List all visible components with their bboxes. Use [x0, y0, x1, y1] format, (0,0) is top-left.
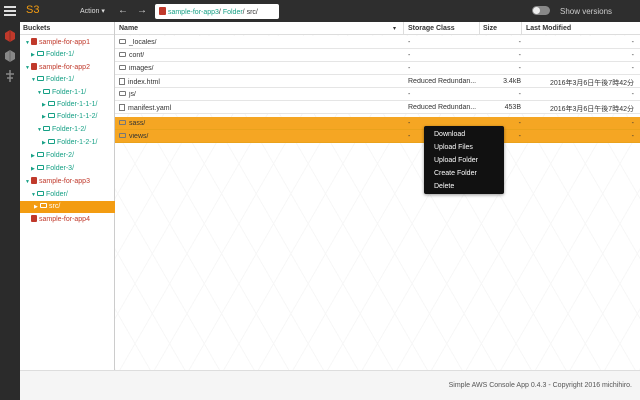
tree-bucket-sample-for-app2[interactable]: ▼ sample-for-app2 — [25, 62, 90, 74]
network-service-icon[interactable] — [4, 70, 16, 82]
folder-icon — [119, 39, 126, 44]
show-versions-toggle[interactable] — [532, 6, 550, 15]
table-row[interactable]: index.html Reduced Redundan... 3.4kB 201… — [115, 75, 640, 88]
menu-item-download[interactable]: Download — [424, 129, 504, 142]
tree-folder[interactable]: ▶ Folder-1-1-2/ — [42, 111, 97, 123]
folder-icon — [119, 65, 126, 70]
bucket-icon — [31, 177, 37, 184]
tree-folder[interactable]: ▼ Folder-1-1/ — [37, 87, 86, 99]
menu-item-upload-files[interactable]: Upload Files — [424, 142, 504, 155]
s3-service-icon[interactable] — [4, 30, 16, 42]
breadcrumb-separator: / — [218, 9, 221, 16]
file-icon — [119, 104, 125, 111]
folder-icon — [43, 126, 50, 131]
folder-icon — [37, 51, 44, 56]
menu-item-delete[interactable]: Delete — [424, 181, 504, 194]
column-header-size[interactable]: Size — [483, 25, 497, 32]
menu-item-upload-folder[interactable]: Upload Folder — [424, 155, 504, 168]
arrow-right-icon[interactable]: → — [137, 5, 147, 16]
folder-icon — [37, 165, 44, 170]
column-header-last-modified[interactable]: Last Modified — [526, 25, 571, 32]
tree-folder[interactable]: ▶ Folder-2/ — [31, 150, 74, 162]
sort-chevron-icon[interactable]: ▾ — [393, 25, 396, 32]
tree-folder[interactable]: ▶ Folder-1/ — [31, 49, 74, 61]
footer: Simple AWS Console App 0.4.3 - Copyright… — [20, 370, 640, 400]
folder-icon — [119, 133, 126, 138]
context-menu: Download Upload Files Upload Folder Crea… — [424, 126, 504, 194]
tree-folder[interactable]: ▶ Folder-3/ — [31, 163, 74, 175]
breadcrumb-separator: / — [242, 9, 245, 16]
breadcrumb: sample-for-app3/ Folder/ src/ — [155, 4, 279, 19]
tree-folder[interactable]: ▼ Folder-1-2/ — [37, 124, 86, 136]
table-row-selected[interactable]: sass/ - - - — [115, 117, 640, 130]
sidebar-header: Buckets — [20, 22, 114, 35]
folder-icon — [37, 76, 44, 81]
file-icon — [119, 78, 125, 85]
tree-bucket-sample-for-app1[interactable]: ▼ sample-for-app1 — [25, 37, 90, 49]
tree-folder[interactable]: ▼ Folder-1/ — [31, 74, 74, 86]
breadcrumb-current: src/ — [246, 9, 258, 16]
bucket-icon — [31, 38, 37, 45]
app-brand: S3 — [26, 4, 40, 16]
left-rail — [0, 0, 20, 400]
tree-folder-selected[interactable]: ▶ src/ — [20, 201, 115, 213]
folder-icon — [37, 191, 44, 196]
top-bar: S3 Action ▾ ← → sample-for-app3/ Folder/… — [20, 0, 640, 22]
folder-icon — [119, 120, 126, 125]
footer-copyright: Simple AWS Console App 0.4.3 - Copyright… — [448, 382, 632, 389]
table-row-selected[interactable]: views/ - - - — [115, 130, 640, 143]
show-versions-label: Show versions — [560, 7, 613, 16]
menu-item-create-folder[interactable]: Create Folder — [424, 168, 504, 181]
folder-icon — [48, 139, 55, 144]
folder-icon — [119, 52, 126, 57]
bucket-icon — [31, 63, 37, 70]
folder-icon — [48, 113, 55, 118]
breadcrumb-bucket-link[interactable]: sample-for-app3 — [168, 9, 219, 16]
folder-icon — [43, 89, 50, 94]
table-row[interactable]: conf/ - - - — [115, 49, 640, 62]
table-row[interactable]: _locales/ - - - — [115, 36, 640, 49]
tree-bucket-sample-for-app3[interactable]: ▼ sample-for-app3 — [25, 176, 90, 188]
breadcrumb-folder-link[interactable]: Folder — [223, 9, 243, 16]
action-menu-button[interactable]: Action ▾ — [80, 7, 105, 15]
table-row[interactable]: js/ - - - — [115, 88, 640, 101]
hamburger-menu-icon[interactable] — [4, 6, 16, 18]
table-row[interactable]: manifest.yaml Reduced Redundan... 453B 2… — [115, 101, 640, 114]
tree-bucket-sample-for-app4[interactable]: sample-for-app4 — [31, 214, 90, 226]
folder-icon — [119, 91, 126, 96]
tree-folder[interactable]: ▼ Folder/ — [31, 189, 68, 201]
column-header-storage-class[interactable]: Storage Class — [408, 25, 455, 32]
storage-service-icon[interactable] — [4, 50, 16, 62]
bucket-icon — [31, 215, 37, 222]
arrow-left-icon[interactable]: ← — [118, 5, 128, 16]
folder-icon — [37, 152, 44, 157]
column-header-name[interactable]: Name — [119, 25, 138, 32]
bucket-icon — [159, 7, 166, 15]
tree-folder[interactable]: ▶ Folder-1-2-1/ — [42, 137, 97, 149]
object-list: Name ▾ Storage Class Size Last Modified … — [115, 22, 640, 370]
table-header: Name ▾ Storage Class Size Last Modified — [115, 22, 640, 35]
tree-folder[interactable]: ▶ Folder-1-1-1/ — [42, 99, 97, 111]
folder-icon — [48, 101, 55, 106]
folder-icon — [40, 203, 47, 208]
table-row[interactable]: images/ - - - — [115, 62, 640, 75]
